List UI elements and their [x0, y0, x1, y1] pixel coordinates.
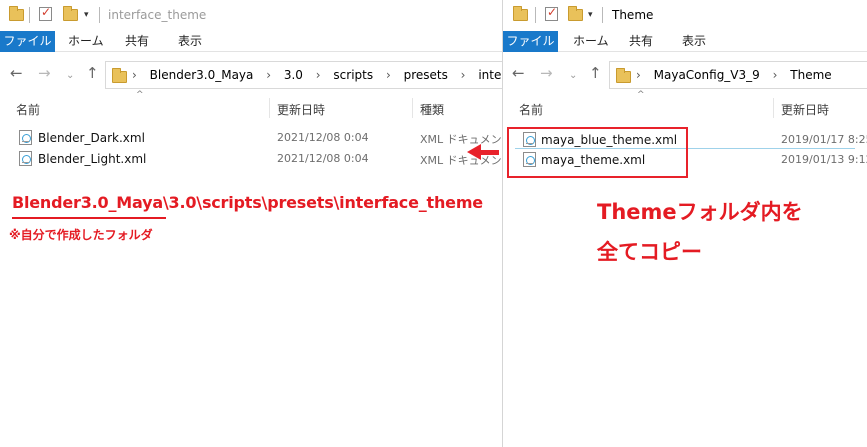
column-type[interactable]: 種類: [420, 101, 444, 118]
column-divider[interactable]: [412, 98, 413, 118]
address-bar[interactable]: › MayaConfig_V3_9 › Theme: [609, 61, 867, 89]
breadcrumb-item[interactable]: scripts: [333, 68, 373, 82]
column-name[interactable]: 名前: [16, 101, 40, 118]
title-bar: ▾ interface_theme: [0, 0, 502, 31]
separator: [99, 7, 100, 23]
tab-share[interactable]: 共有: [629, 31, 653, 52]
breadcrumb: › Blender3.0_Maya › 3.0 › scripts › pres…: [132, 62, 502, 88]
back-arrow-icon[interactable]: ←: [512, 65, 525, 81]
tab-home[interactable]: ホーム: [68, 31, 104, 52]
breadcrumb: › MayaConfig_V3_9 › Theme: [636, 62, 841, 88]
xml-file-icon: [19, 151, 32, 166]
folder-icon: [9, 6, 24, 23]
file-name: Blender_Dark.xml: [38, 131, 145, 145]
folder-icon: [513, 6, 528, 23]
breadcrumb-item[interactable]: 3.0: [284, 68, 303, 82]
separator: [29, 7, 30, 23]
properties-check-icon[interactable]: [39, 5, 52, 23]
chevron-right-icon: ›: [636, 68, 641, 82]
column-header: ^ 名前 更新日時: [503, 90, 867, 118]
window-title: Theme: [612, 8, 654, 22]
file-date: 2019/01/17 8:25: [781, 133, 867, 146]
sort-ascending-icon: ^: [637, 90, 645, 100]
folder-icon: [616, 68, 631, 83]
chevron-right-icon: ›: [315, 68, 321, 82]
file-date: 2019/01/13 9:12: [781, 153, 867, 166]
chevron-right-icon: ›: [132, 68, 137, 82]
file-row[interactable]: Blender_Light.xml 2021/12/08 0:04 XML ドキ…: [0, 149, 502, 169]
path-annotation: Blender3.0_Maya\3.0\scripts\presets\inte…: [12, 193, 483, 212]
explorer-window-left: ▾ interface_theme ファイル ホーム 共有 表示 ← → ⌄ ↑…: [0, 0, 502, 447]
column-date[interactable]: 更新日時: [781, 101, 829, 118]
ribbon: ファイル ホーム 共有 表示: [503, 31, 867, 52]
separator: [535, 7, 536, 23]
tab-file[interactable]: ファイル: [0, 31, 55, 52]
chevron-right-icon: ›: [772, 68, 778, 82]
folder-icon: [112, 68, 127, 83]
quick-access-dropdown-icon[interactable]: ▾: [588, 10, 593, 26]
new-folder-icon[interactable]: [63, 6, 78, 23]
instruction-line-1: Themeフォルダ内を: [597, 200, 803, 224]
new-folder-icon[interactable]: [568, 6, 583, 23]
file-row[interactable]: Blender_Dark.xml 2021/12/08 0:04 XML ドキュ…: [0, 128, 502, 148]
back-arrow-icon[interactable]: ←: [10, 65, 23, 81]
instruction-line-2: 全てコピー: [597, 240, 702, 264]
column-divider[interactable]: [269, 98, 270, 118]
tab-view[interactable]: 表示: [178, 31, 202, 52]
navigation-bar: ← → ⌄ ↑ › MayaConfig_V3_9 › Theme: [503, 52, 867, 97]
column-date[interactable]: 更新日時: [277, 101, 325, 118]
breadcrumb-item[interactable]: Blender3.0_Maya: [150, 68, 254, 82]
chevron-right-icon: ›: [385, 68, 391, 82]
sort-ascending-icon: ^: [136, 90, 144, 100]
forward-arrow-icon[interactable]: →: [38, 65, 51, 81]
breadcrumb-item[interactable]: MayaConfig_V3_9: [654, 68, 760, 82]
file-type: XML ドキュメント: [420, 133, 502, 146]
chevron-right-icon: ›: [266, 68, 272, 82]
recent-locations-icon[interactable]: ⌄: [66, 68, 74, 84]
address-bar[interactable]: › Blender3.0_Maya › 3.0 › scripts › pres…: [105, 61, 502, 89]
title-bar: ▾ Theme: [503, 0, 867, 31]
column-name[interactable]: 名前: [519, 101, 543, 118]
file-date: 2021/12/08 0:04: [277, 131, 369, 144]
breadcrumb-item[interactable]: Theme: [790, 68, 831, 82]
tab-home[interactable]: ホーム: [573, 31, 609, 52]
folder-note: ※自分で作成したフォルダ: [9, 228, 153, 242]
navigation-bar: ← → ⌄ ↑ › Blender3.0_Maya › 3.0 › script…: [0, 52, 502, 97]
forward-arrow-icon[interactable]: →: [540, 65, 553, 81]
tab-file[interactable]: ファイル: [503, 31, 558, 52]
xml-file-icon: [19, 130, 32, 145]
red-arrow-left-icon: [467, 144, 501, 160]
properties-check-icon[interactable]: [545, 5, 558, 23]
quick-access-dropdown-icon[interactable]: ▾: [84, 10, 89, 26]
recent-locations-icon[interactable]: ⌄: [569, 68, 577, 84]
chevron-right-icon: ›: [460, 68, 466, 82]
up-arrow-icon[interactable]: ↑: [589, 65, 602, 81]
file-date: 2021/12/08 0:04: [277, 152, 369, 165]
tab-view[interactable]: 表示: [682, 31, 706, 52]
window-title: interface_theme: [108, 8, 207, 22]
breadcrumb-item[interactable]: presets: [404, 68, 448, 82]
breadcrumb-item[interactable]: interface_theme: [478, 68, 502, 82]
ribbon: ファイル ホーム 共有 表示: [0, 31, 502, 52]
column-divider[interactable]: [773, 98, 774, 118]
separator: [602, 7, 603, 23]
column-header: ^ 名前 更新日時 種類: [0, 90, 502, 118]
tab-share[interactable]: 共有: [125, 31, 149, 52]
up-arrow-icon[interactable]: ↑: [86, 65, 99, 81]
annotation-underline: [12, 217, 166, 219]
file-name: Blender_Light.xml: [38, 152, 147, 166]
highlight-box: [507, 127, 688, 178]
